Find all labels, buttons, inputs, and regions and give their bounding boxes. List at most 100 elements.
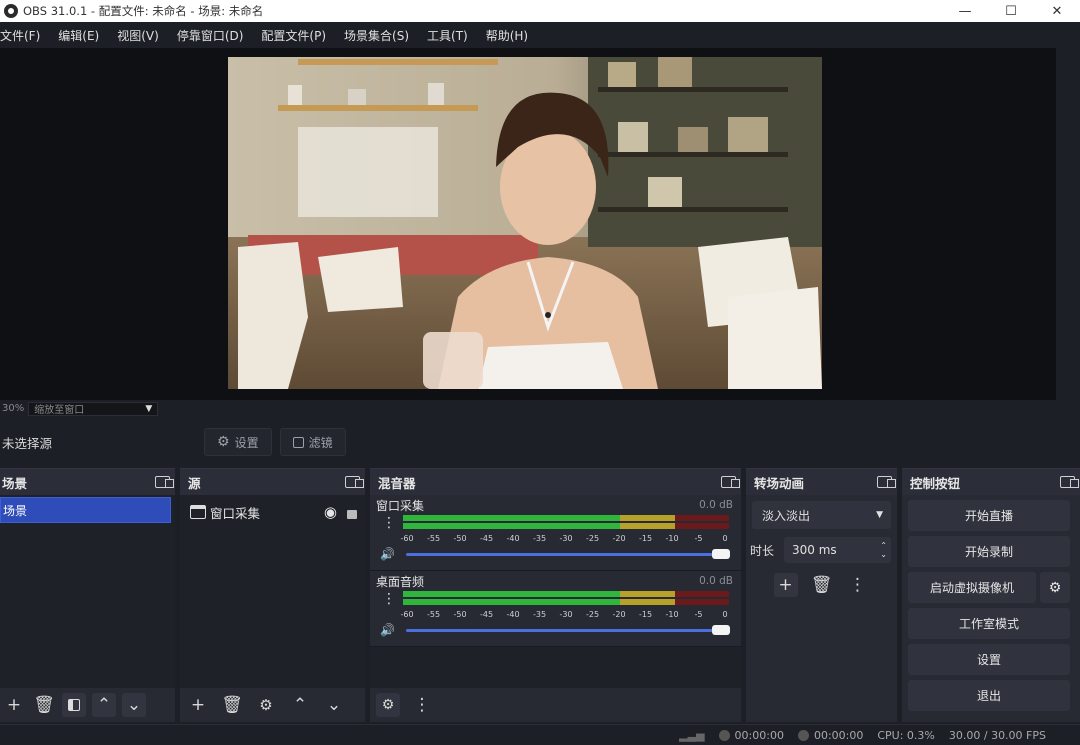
meter-tick-label: -5 [694,610,703,619]
record-status: 00:00:00 [797,729,863,742]
stream-time: 00:00:00 [734,728,784,742]
obs-logo-icon [4,4,18,18]
zoom-mode-select[interactable]: 缩放至窗口 ▼ [28,401,159,416]
menu-tools[interactable]: 工具(T) [427,27,476,44]
lock-icon[interactable] [347,509,357,519]
spin-arrows-icon[interactable]: ⌃ ⌄ [880,541,887,559]
undock-icon[interactable] [155,476,174,488]
transition-select[interactable]: 淡入淡出 ▼ [752,501,891,529]
filters-button[interactable]: 滤镜 [279,428,346,456]
filters-label: 滤镜 [308,435,333,450]
meter-segment [403,591,621,597]
add-source-icon[interactable]: + [186,693,210,717]
gear-icon: ⚙ [217,434,230,450]
more-icon[interactable]: ⋮ [846,573,870,597]
scene-item[interactable]: 场景 [0,497,171,523]
zoom-level: 30% [2,403,25,414]
meter-tick-label: -55 [426,610,441,619]
virtual-camera-settings-button[interactable]: ⚙ [1040,572,1070,603]
move-down-icon[interactable]: ⌄ [122,693,146,717]
meter-segment [403,523,621,529]
start-recording-button[interactable]: 开始录制 [908,536,1070,567]
meter-ticks: -60 -55 -50 -45 -40 -35 -30 -25 -20 -15 -10 -5 0 [400,610,729,620]
studio-mode-button[interactable]: 工作室模式 [908,608,1070,639]
menu-edit[interactable]: 编辑(E) [58,27,107,44]
menu-help[interactable]: 帮助(H) [486,27,536,44]
source-name: 窗口采集 [210,505,261,521]
speaker-icon[interactable]: 🔊 [380,623,395,637]
undock-icon[interactable] [345,476,364,488]
meter-segment [674,591,729,597]
preview-zoom-bar: 30% 缩放至窗口 ▼ [0,400,1080,417]
chevron-down-icon: ▼ [876,510,883,520]
menu-view[interactable]: 视图(V) [117,27,167,44]
menu-profile[interactable]: 配置文件(P) [261,27,334,44]
menu-file[interactable]: 文件(F) [0,27,48,44]
title-bar: OBS 31.0.1 - 配置文件: 未命名 - 场景: 未命名 — ☐ ✕ [0,0,1080,22]
exit-button[interactable]: 退出 [908,680,1070,711]
preview-scrollbar[interactable] [1056,48,1080,400]
move-up-icon[interactable]: ⌃ [92,693,116,717]
more-icon[interactable]: ⋮ [382,591,396,607]
volume-slider-handle[interactable] [712,625,730,635]
trash-icon[interactable]: 🗑 [810,573,834,597]
volume-meter [403,515,729,531]
eye-icon[interactable]: ◉ [324,503,337,521]
menu-docks[interactable]: 停靠窗口(D) [177,27,252,44]
maximize-button[interactable]: ☐ [988,4,1034,19]
scenes-title: 场景 [2,475,28,491]
duration-value: 300 ms [792,543,837,557]
mixer-channel: 窗口采集 0.0 dB ⋮ -60 -55 -50 -45 -40 -35 -30 -25 -2… [370,495,741,571]
status-bar: ▂▃▅ 00:00:00 00:00:00 CPU: 0.3% 30.00 / … [0,724,1080,745]
settings-button[interactable]: 设置 [908,644,1070,675]
properties-label: 设置 [234,435,259,450]
add-scene-icon[interactable]: + [2,693,26,717]
start-virtual-camera-button[interactable]: 启动虚拟摄像机 [908,572,1036,603]
controls-title: 控制按钮 [910,475,961,491]
meter-tick-label: -60 [400,610,414,619]
meter-tick-label: -45 [479,610,494,619]
zoom-mode-label: 缩放至窗口 [34,405,85,416]
window-capture-icon [190,505,206,519]
undock-icon[interactable] [1060,476,1079,488]
undock-icon[interactable] [721,476,740,488]
speaker-icon[interactable]: 🔊 [380,547,395,561]
add-transition-icon[interactable]: + [773,573,798,597]
meter-segment [674,515,729,521]
advanced-audio-gear-icon[interactable]: ⚙ [376,693,400,717]
gear-icon[interactable]: ⚙ [254,693,278,717]
volume-slider-handle[interactable] [712,549,730,559]
volume-slider-track[interactable] [406,629,726,632]
trash-icon[interactable]: 🗑 [220,693,244,717]
move-up-icon[interactable]: ⌃ [288,693,312,717]
meter-tick-label: -25 [585,610,600,619]
duration-spinbox[interactable]: 300 ms ⌃ ⌄ [784,537,891,563]
mixer-dock: 混音器 窗口采集 0.0 dB ⋮ -60 -55 -50 -45 -40 -35 -30-… [370,468,741,722]
undock-icon[interactable] [877,476,896,488]
meter-tick-label: -50 [453,534,467,543]
source-toolbar: 未选择源 ⚙ 设置 滤镜 [0,417,1080,467]
volume-slider-track[interactable] [406,553,726,556]
meter-tick-label: -35 [532,534,547,543]
transition-selected: 淡入淡出 [762,508,811,523]
volume-meter [403,591,729,607]
properties-button[interactable]: ⚙ 设置 [204,428,272,456]
close-button[interactable]: ✕ [1034,4,1080,19]
move-down-icon[interactable]: ⌄ [322,693,346,717]
meter-tick-label: -30 [559,534,573,543]
filter-icon [292,436,304,448]
more-icon[interactable]: ⋮ [382,515,396,531]
trash-icon[interactable]: 🗑 [32,693,56,717]
start-streaming-button[interactable]: 开始直播 [908,500,1070,531]
mixer-channel: 桌面音频 0.0 dB ⋮ -60 -55 -50 -45 -40 -35 -30 -25 -2… [370,571,741,647]
source-item[interactable]: 窗口采集 ◉ [180,499,365,525]
minimize-button[interactable]: — [942,4,988,19]
meter-tick-label: -30 [559,610,573,619]
sources-dock: 源 窗口采集 ◉ + 🗑 ⚙ ⌃ ⌄ [180,468,365,722]
filters-icon[interactable] [62,693,86,717]
menu-scene-collection[interactable]: 场景集合(S) [344,27,417,44]
preview-video-frame [228,57,822,389]
meter-tick-label: -60 [400,534,414,543]
preview-canvas[interactable] [0,48,1080,400]
more-icon[interactable]: ⋮ [410,693,434,717]
